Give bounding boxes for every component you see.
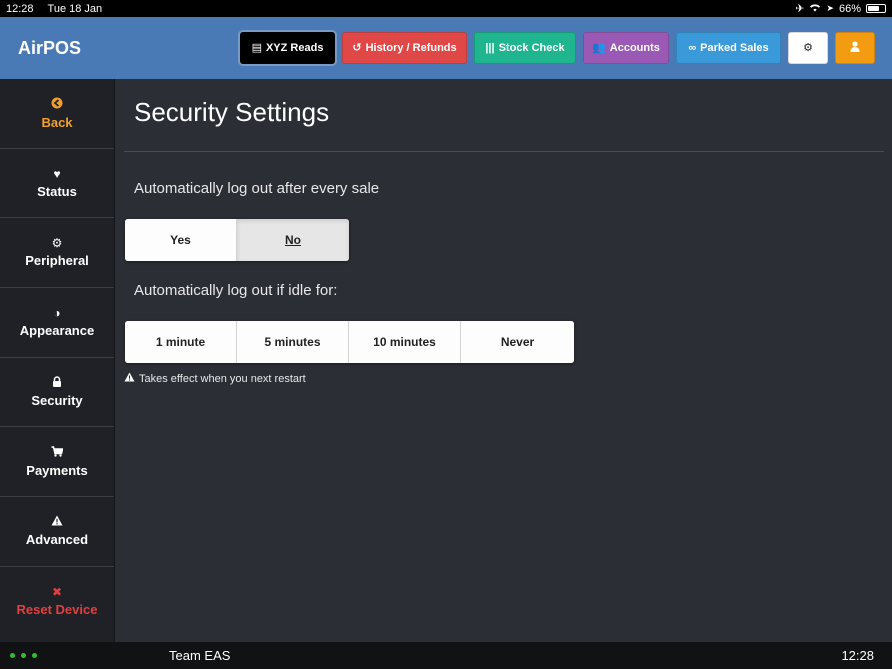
system-status-bar: 12:28 Tue 18 Jan ✈ ➤ 66% [0,0,892,17]
page-title: Security Settings [134,97,330,127]
logout-after-sale-label: Automatically log out after every sale [134,180,380,197]
parked-sales-button[interactable]: ∞ Parked Sales [676,32,781,64]
sidebar-item-label: Security [31,393,83,409]
status-dot [10,653,15,658]
sidebar-item-label: Advanced [25,532,89,548]
accounts-label: Accounts [609,42,660,54]
heartbeat-icon: ♥ [53,166,61,181]
gear-icon: ⚙ [51,236,63,251]
users-icon: 👥 [592,41,606,54]
idle-10-minutes[interactable]: 10 minutes [349,321,461,363]
sidebar-item-status[interactable]: ♥ Status [0,149,114,219]
logout-after-sale-no[interactable]: No [237,219,349,261]
sidebar-item-label: Status [37,183,77,199]
stock-check-button[interactable]: ||| Stock Check [474,32,576,64]
sidebar-item-label: Peripheral [25,253,89,269]
sidebar-item-back[interactable]: Back [0,79,114,149]
sidebar-item-reset-device[interactable]: ✖ Reset Device [0,567,114,637]
logout-idle-selector: 1 minute 5 minutes 10 minutes Never [125,321,574,363]
sidebar-item-appearance[interactable]: ◑ Appearance [0,288,114,358]
binoculars-icon: ∞ [688,41,697,54]
contrast-icon: ◑ [53,305,61,320]
settings-sidebar: Back ♥ Status ⚙ Peripheral ◑ Appearance … [0,79,115,642]
lock-icon [52,376,62,389]
warning-icon [124,372,135,385]
location-icon: ➤ [826,3,834,13]
security-settings-panel: Security Settings Automatically log out … [116,79,892,642]
airplane-icon: ✈ [795,3,805,15]
status-dot [32,653,37,658]
idle-1-minute[interactable]: 1 minute [125,321,237,363]
sidebar-item-advanced[interactable]: Advanced [0,497,114,567]
parked-sales-label: Parked Sales [700,42,769,54]
close-icon: ✖ [51,585,63,600]
user-icon [850,41,860,55]
header-toolbar: ▤ XYZ Reads ↺ History / Refunds ||| Stoc… [240,32,875,64]
idle-never[interactable]: Never [461,321,574,363]
sidebar-item-payments[interactable]: Payments [0,427,114,498]
sidebar-item-peripheral[interactable]: ⚙ Peripheral [0,218,114,289]
logout-idle-label: Automatically log out if idle for: [134,282,338,299]
status-date: Tue 18 Jan [47,2,103,15]
list-icon: ▤ [251,41,262,54]
restart-note: Takes effect when you next restart [124,372,306,385]
app-name: AirPOS [18,37,82,58]
bottom-status-bar: Team EAS 12:28 [0,642,892,669]
status-dot [21,653,26,658]
wifi-icon [809,3,821,15]
user-button[interactable] [835,32,875,64]
sidebar-item-label: Appearance [19,322,95,338]
stock-check-label: Stock Check [498,42,565,54]
warning-icon [51,515,63,528]
history-refunds-label: History / Refunds [365,42,457,54]
cart-icon [51,446,64,459]
settings-button[interactable]: ⚙ [788,32,828,64]
back-arrow-icon [51,97,63,111]
idle-5-minutes[interactable]: 5 minutes [237,321,349,363]
sidebar-item-security[interactable]: Security [0,357,114,428]
status-time: 12:28 [6,2,34,15]
sidebar-item-label: Back [41,114,73,130]
app-header: AirPOS ▤ XYZ Reads ↺ History / Refunds |… [0,17,892,79]
accounts-button[interactable]: 👥 Accounts [583,32,669,64]
battery-percent: 66% [838,2,861,15]
sidebar-item-label: Payments [26,462,88,478]
logout-after-sale-toggle: Yes No [125,219,349,261]
bottom-clock: 12:28 [841,648,874,663]
title-divider [124,151,884,152]
battery-icon [866,4,886,13]
logout-after-sale-yes[interactable]: Yes [125,219,237,261]
restart-note-text: Takes effect when you next restart [139,372,306,385]
history-refunds-button[interactable]: ↺ History / Refunds [342,32,467,64]
team-name: Team EAS [169,648,231,663]
barcode-icon: ||| [485,41,495,54]
sidebar-item-label: Reset Device [16,602,98,618]
history-icon: ↺ [352,41,362,54]
gear-icon: ⚙ [803,41,813,54]
xyz-reads-label: XYZ Reads [265,42,324,54]
xyz-reads-button[interactable]: ▤ XYZ Reads [240,32,335,64]
connection-indicator [10,653,169,658]
